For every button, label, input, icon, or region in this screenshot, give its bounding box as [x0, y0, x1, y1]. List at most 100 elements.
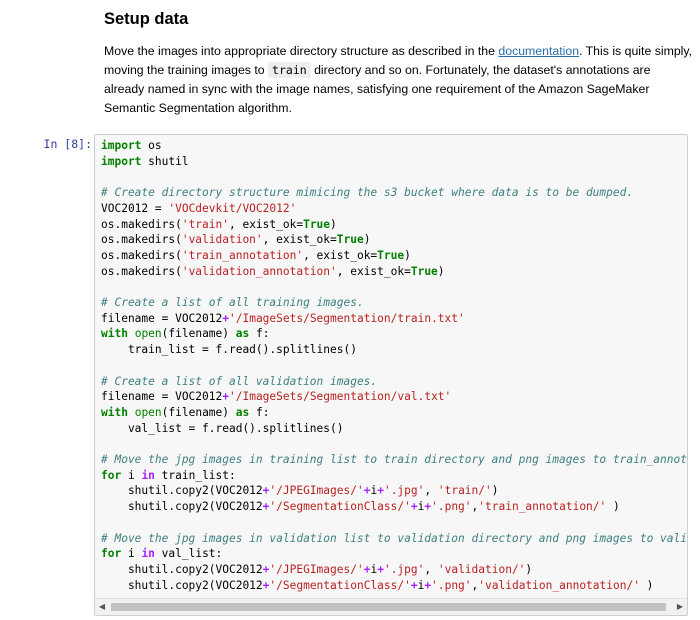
code-token: +	[377, 484, 384, 498]
code-token: True	[336, 233, 364, 247]
code-token: '/JPEGImages/'	[269, 562, 364, 576]
code-token: val_list = f.read().splitlines()	[101, 421, 344, 435]
code-token: )	[330, 217, 337, 231]
code-token: 'validation_annotation/'	[478, 578, 640, 592]
code-token: '.jpg'	[383, 562, 425, 576]
code-token: +	[377, 562, 384, 576]
code-line: filename = VOC2012+'/ImageSets/Segmentat…	[101, 389, 687, 405]
code-token: , exist_ok=	[303, 248, 378, 262]
code-token: os	[141, 139, 162, 152]
code-line: os.makedirs('train', exist_ok=True)	[101, 217, 687, 233]
code-token: # Create a list of all validation images…	[101, 374, 378, 388]
code-token: os.makedirs(	[101, 217, 182, 231]
code-line: os.makedirs('validation', exist_ok=True)	[101, 232, 687, 248]
code-line: # Move the jpg images in validation list…	[101, 531, 687, 547]
code-line: os.makedirs('validation_annotation', exi…	[101, 264, 687, 280]
para-text-1: Move the images into appropriate directo…	[104, 44, 499, 58]
code-token: )	[437, 264, 445, 278]
cell-prompt: In [8]:	[43, 137, 92, 151]
code-token: )	[491, 484, 499, 498]
code-token: '.png'	[431, 500, 472, 514]
code-token: shutil.copy2(VOC2012	[101, 484, 263, 498]
code-token: 'validation'	[181, 233, 263, 247]
code-token: as	[235, 327, 250, 341]
code-token: with	[101, 405, 128, 419]
code-line: # Move the jpg images in training list t…	[101, 452, 687, 468]
code-line: # Create a list of all training images.	[101, 295, 687, 311]
code-token: ,	[424, 562, 438, 576]
code-token: filename = VOC2012	[101, 311, 223, 325]
markdown-cell: Setup data Move the images into appropri…	[104, 8, 694, 118]
code-line: shutil.copy2(VOC2012 +'/SegmentationClass…	[101, 499, 687, 515]
code-line: with open(filename) as f:	[101, 326, 687, 342]
code-token: with	[101, 327, 128, 341]
code-token: os.makedirs(	[101, 248, 182, 262]
code-line: val_list = f.read().splitlines()	[101, 421, 687, 437]
code-token: for	[101, 547, 122, 561]
code-token: import	[101, 139, 142, 152]
code-token: True	[377, 248, 405, 262]
code-token: ,	[424, 484, 438, 498]
code-token: shutil	[141, 154, 189, 168]
description-paragraph: Move the images into appropriate directo…	[104, 42, 694, 118]
code-token: True	[410, 264, 438, 278]
code-token: '/SegmentationClass/'	[269, 500, 411, 514]
scrollbar-thumb[interactable]	[111, 603, 666, 611]
code-line: import os	[101, 138, 687, 154]
code-token: '/SegmentationClass/'	[269, 578, 411, 592]
code-token: '/ImageSets/Segmentation/train.txt'	[229, 311, 465, 325]
code-token: # Move the jpg images in training list t…	[101, 453, 687, 467]
code-token: +	[410, 578, 418, 592]
code-token: 'train'	[181, 217, 229, 231]
code-line: for i in train_list:	[101, 468, 687, 484]
code-area[interactable]: import os import shutil # Create director…	[101, 138, 687, 597]
code-token: 'VOCdevkit/VOC2012'	[168, 201, 297, 215]
code-token: , exist_ok=	[262, 233, 337, 247]
code-token: (filename)	[161, 327, 236, 341]
code-token: '/JPEGImages/'	[269, 484, 364, 498]
code-line: shutil.copy2(VOC2012+'/JPEGImages/'+i+'.…	[101, 483, 687, 499]
code-token: # Create a list of all training images.	[101, 296, 364, 310]
code-token: 'validation/'	[437, 562, 526, 576]
code-token: i	[121, 547, 142, 561]
code-token: for	[101, 468, 122, 482]
code-token: open	[134, 327, 162, 341]
code-token: , exist_ok=	[336, 264, 411, 278]
code-block[interactable]: import os import shutil # Create director…	[101, 138, 687, 593]
code-token: shutil.copy2(VOC2012	[101, 578, 263, 592]
code-cell-editor[interactable]: import os import shutil # Create director…	[94, 134, 688, 616]
documentation-link[interactable]: documentation	[498, 44, 579, 58]
code-token: 'train/'	[437, 484, 492, 498]
code-line: filename = VOC2012+'/ImageSets/Segmentat…	[101, 311, 687, 327]
code-token: open	[134, 405, 162, 419]
code-token: )	[525, 562, 533, 576]
code-line: import shutil	[101, 154, 687, 170]
code-line: shutil.copy2(VOC2012 +'/SegmentationClass…	[101, 578, 687, 594]
code-token: '.jpg'	[383, 484, 425, 498]
code-token: os.makedirs(	[101, 233, 182, 247]
code-token: as	[235, 405, 250, 419]
code-line: shutil.copy2(VOC2012+'/JPEGImages/'+i+'.…	[101, 562, 687, 578]
scroll-right-arrow-icon[interactable]: ▶	[673, 599, 687, 615]
code-token: +	[222, 390, 229, 404]
scroll-left-arrow-icon[interactable]: ◀	[95, 599, 109, 615]
code-token: True	[303, 217, 331, 231]
code-line: VOC2012 = 'VOCdevkit/VOC2012'	[101, 201, 687, 217]
code-line: os.makedirs('train_annotation', exist_ok…	[101, 248, 687, 264]
code-token: )	[404, 248, 411, 262]
code-token: , exist_ok=	[228, 217, 304, 231]
code-token: )	[363, 233, 371, 247]
code-token: import	[101, 154, 142, 168]
code-token: in	[141, 468, 155, 482]
inline-code-train: train	[268, 62, 311, 78]
code-line: # Create a list of all validation images…	[101, 374, 687, 390]
code-token: train_list:	[154, 468, 236, 482]
code-token: # Create directory structure mimicing th…	[101, 186, 634, 200]
horizontal-scrollbar[interactable]: ◀ ▶	[95, 598, 687, 615]
